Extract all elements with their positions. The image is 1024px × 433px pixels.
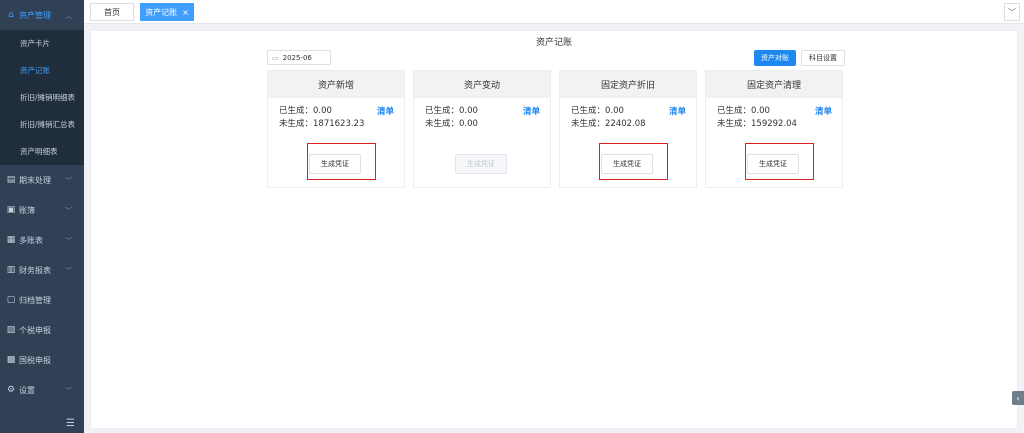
ungenerated-amount: 未生成：22402.08	[571, 119, 646, 129]
menu-personal-tax[interactable]: ▧ 个税申报	[0, 315, 84, 345]
menu-label: 账簿	[19, 205, 35, 215]
chevron-up-icon: ︿	[65, 12, 72, 20]
chevron-down-icon: ﹀	[1008, 7, 1016, 17]
period-picker[interactable]: ▭ 2025-06	[267, 50, 331, 65]
generate-voucher-button: 生成凭证	[455, 154, 507, 174]
submenu-asset-management: 资产卡片 资产记账 折旧/摊销明细表 折旧/摊销汇总表 资产明细表	[0, 30, 84, 165]
menu-label: 个税申报	[19, 325, 51, 335]
generated-amount: 已生成：0.00	[425, 106, 478, 116]
menu-ledger[interactable]: ▣ 账簿 ﹀	[0, 195, 84, 225]
book-icon: ▣	[6, 205, 16, 215]
highlight-box	[745, 143, 814, 180]
sub-item-label: 折旧/摊销明细表	[20, 93, 76, 102]
tabs-bar: 首页 资产记账 × ﹀	[84, 0, 1024, 24]
tab-asset-bookkeeping[interactable]: 资产记账 ×	[140, 3, 194, 21]
menu-financial-reports[interactable]: ▥ 财务报表 ﹀	[0, 255, 84, 285]
menu-label: 期末处理	[19, 175, 51, 185]
menu-settings[interactable]: ⚙ 设置 ﹀	[0, 375, 84, 405]
chevron-down-icon: ﹀	[65, 387, 72, 395]
menu-label: 资产管理	[19, 10, 51, 20]
highlight-box	[599, 143, 668, 180]
collapse-menu-icon[interactable]: ☰	[66, 418, 75, 429]
menu-label: 归档管理	[19, 295, 51, 305]
chevron-down-icon: ﹀	[65, 237, 72, 245]
page-title: 资产记账	[535, 38, 572, 48]
tab-label: 资产记账	[145, 7, 178, 17]
menu-asset-management[interactable]: ⌂ 资产管理 ︿	[0, 0, 84, 30]
card-fixed-asset-disposal: 固定资产清理 已生成：0.00 未生成：159292.04 清单 生成凭证	[705, 70, 843, 188]
detail-list-link[interactable]: 清单	[377, 105, 394, 117]
asset-reconcile-button[interactable]: 资产对账	[754, 50, 796, 66]
calendar-icon: ▭	[272, 53, 279, 62]
detail-list-link[interactable]: 清单	[523, 105, 540, 117]
chevron-down-icon: ﹀	[65, 267, 72, 275]
grid-icon: ▩	[6, 355, 16, 365]
ungenerated-amount: 未生成：159292.04	[717, 119, 797, 129]
ungenerated-amount: 未生成：1871623.23	[279, 119, 365, 129]
period-value: 2025-06	[282, 53, 312, 62]
detail-list-link[interactable]: 清单	[669, 105, 686, 117]
card-title: 资产变动	[414, 71, 550, 98]
sub-item-label: 资产记账	[20, 66, 50, 75]
archive-icon: ▢	[6, 295, 16, 305]
sub-item-label: 折旧/摊销汇总表	[20, 120, 76, 129]
ungenerated-amount: 未生成：0.00	[425, 119, 478, 129]
chevron-left-icon[interactable]: ‹	[1012, 391, 1024, 405]
home-icon: ⌂	[8, 10, 14, 20]
sub-item-label: 资产明细表	[20, 147, 58, 156]
close-icon[interactable]: ×	[182, 8, 189, 17]
menu-national-tax[interactable]: ▩ 国税申报	[0, 345, 84, 375]
bar-chart-icon: ▥	[6, 265, 16, 275]
calendar-icon: ▤	[6, 175, 16, 185]
sidebar-item-depreciation-summary[interactable]: 折旧/摊销汇总表	[0, 111, 84, 138]
sidebar-item-asset-bookkeeping[interactable]: 资产记账	[0, 57, 84, 84]
id-card-icon: ▧	[6, 325, 16, 335]
generated-amount: 已生成：0.00	[717, 106, 770, 116]
menu-label: 设置	[19, 385, 35, 395]
card-fixed-asset-depreciation: 固定资产折旧 已生成：0.00 未生成：22402.08 清单 生成凭证	[559, 70, 697, 188]
subject-settings-button[interactable]: 科目设置	[801, 50, 845, 66]
main-panel: 资产记账 ▭ 2025-06 资产对账 科目设置 资产新增 已生成：0.00 未…	[90, 30, 1018, 429]
card-title: 固定资产折旧	[560, 71, 696, 98]
menu-label: 国税申报	[19, 355, 51, 365]
sidebar: ⌂ 资产管理 ︿ 资产卡片 资产记账 折旧/摊销明细表 折旧/摊销汇总表 资产明…	[0, 0, 84, 433]
card-asset-change: 资产变动 已生成：0.00 未生成：0.00 清单 生成凭证	[413, 70, 551, 188]
chevron-down-icon: ﹀	[65, 177, 72, 185]
highlight-box	[307, 143, 376, 180]
menu-label: 多账表	[19, 235, 43, 245]
tabs-dropdown-button[interactable]: ﹀	[1004, 3, 1020, 21]
tab-home[interactable]: 首页	[90, 3, 134, 21]
menu-archive[interactable]: ▢ 归档管理	[0, 285, 84, 315]
card-asset-addition: 资产新增 已生成：0.00 未生成：1871623.23 清单 生成凭证	[267, 70, 405, 188]
chevron-down-icon: ﹀	[65, 207, 72, 215]
sidebar-item-asset-card[interactable]: 资产卡片	[0, 30, 84, 57]
sidebar-item-asset-detail[interactable]: 资产明细表	[0, 138, 84, 165]
generated-amount: 已生成：0.00	[571, 106, 624, 116]
generated-amount: 已生成：0.00	[279, 106, 332, 116]
menu-period-end[interactable]: ▤ 期末处理 ﹀	[0, 165, 84, 195]
card-title: 资产新增	[268, 71, 404, 98]
sidebar-item-depreciation-detail[interactable]: 折旧/摊销明细表	[0, 84, 84, 111]
detail-list-link[interactable]: 清单	[815, 105, 832, 117]
menu-multi-ledger[interactable]: ▦ 多账表 ﹀	[0, 225, 84, 255]
sub-item-label: 资产卡片	[20, 39, 50, 48]
card-title: 固定资产清理	[706, 71, 842, 98]
gear-icon: ⚙	[6, 385, 16, 395]
tab-label: 首页	[104, 7, 120, 17]
menu-label: 财务报表	[19, 265, 51, 275]
table-icon: ▦	[6, 235, 16, 245]
